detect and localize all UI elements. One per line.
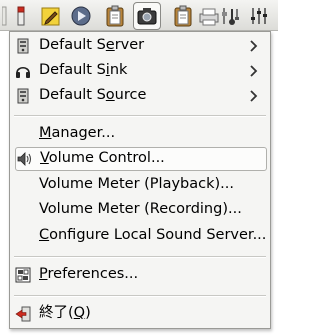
menu-item-label: Volume Control...	[40, 150, 165, 166]
chevron-right-icon	[249, 38, 259, 54]
menu-separator	[14, 295, 266, 297]
panel-handle-icon[interactable]	[2, 5, 10, 27]
menu-item-label: Volume Meter (Recording)...	[39, 201, 242, 217]
speaker-icon	[16, 151, 32, 167]
preferences-icon	[15, 267, 31, 283]
top-panel	[0, 0, 278, 31]
launcher-handle-icon[interactable]	[14, 5, 36, 27]
menu-item-default-server[interactable]: Default Server	[11, 34, 269, 58]
audio-settings-icon[interactable]	[220, 5, 242, 27]
menu-item-volume-control[interactable]: Volume Control...	[15, 147, 267, 171]
menu-item-label: 終了(Q)	[39, 305, 91, 321]
menu-item-preferences[interactable]: Preferences...	[11, 263, 269, 287]
clipboard-icon[interactable]	[104, 5, 126, 27]
menu-item-configure-local-sound-server[interactable]: Configure Local Sound Server...	[11, 224, 269, 248]
menu-item-volume-meter-playback[interactable]: Volume Meter (Playback)...	[11, 173, 269, 197]
menu-item-label: Preferences...	[39, 266, 139, 282]
menu-item-label: Default Sink	[39, 62, 128, 78]
exit-icon	[15, 306, 31, 322]
notes-icon[interactable]	[40, 5, 62, 27]
menu-item-default-sink[interactable]: Default Sink	[11, 59, 269, 83]
menu-item-manager[interactable]: Manager...	[11, 122, 269, 146]
server-icon	[15, 88, 31, 104]
clipboard-icon[interactable]	[172, 5, 194, 27]
menu-item-label: Default Source	[39, 87, 147, 103]
menu-item-volume-meter-recording[interactable]: Volume Meter (Recording)...	[11, 198, 269, 222]
volume-mixer-icon[interactable]	[248, 5, 270, 27]
screen: Default Server Default Sink Default Sour…	[0, 0, 278, 335]
menu-item-label: Manager...	[39, 125, 116, 141]
menu-item-label: Volume Meter (Playback)...	[39, 176, 234, 192]
menu-item-label: Default Server	[39, 37, 145, 53]
menu-item-quit[interactable]: 終了(Q)	[11, 302, 269, 326]
sound-server-menu: Default Server Default Sink Default Sour…	[9, 31, 271, 329]
menu-item-default-source[interactable]: Default Source	[11, 84, 269, 108]
chevron-right-icon	[249, 63, 259, 79]
media-player-icon[interactable]	[70, 5, 92, 27]
printer-icon[interactable]	[198, 5, 220, 27]
menu-separator	[14, 256, 266, 258]
screenshot-icon[interactable]	[133, 2, 161, 30]
server-icon	[15, 38, 31, 54]
headphones-icon	[15, 63, 31, 79]
menu-item-label: Configure Local Sound Server...	[39, 227, 267, 243]
chevron-right-icon	[249, 88, 259, 104]
menu-separator	[14, 115, 266, 117]
